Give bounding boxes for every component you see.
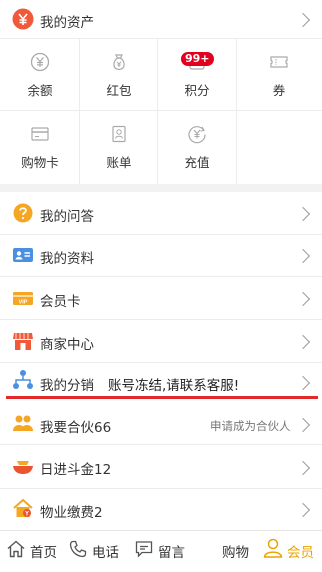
- chevron-right-icon: [295, 502, 311, 518]
- menu-label: 商家中心: [40, 337, 94, 353]
- wallet-yuan-icon: [30, 52, 50, 72]
- points-badge: 99+: [181, 52, 214, 66]
- grid-item-balance[interactable]: 余额: [0, 38, 80, 110]
- tab-label: 会员: [287, 545, 314, 561]
- grid-label: 券: [272, 83, 286, 98]
- grid-label: 充值: [184, 155, 210, 170]
- bottom-tab-bar: 首页 电话 留言 购物 会员: [0, 530, 322, 572]
- partners-icon: [13, 415, 33, 431]
- menu-item-my-profile[interactable]: 我的资料: [0, 235, 322, 276]
- chevron-right-icon: [295, 248, 311, 264]
- phone-icon: [69, 540, 87, 558]
- menu-label: 会员卡: [40, 294, 81, 310]
- member-icon: [263, 538, 283, 558]
- share-tree-icon: [13, 370, 33, 389]
- bill-icon: [112, 125, 126, 143]
- yuan-circle-icon: [12, 8, 34, 30]
- grid-item-coupon[interactable]: 券: [236, 38, 322, 110]
- tab-message[interactable]: 留言: [132, 531, 192, 571]
- chevron-right-icon: [295, 375, 311, 391]
- notice-underline: [6, 396, 318, 399]
- profile-card-icon: [13, 248, 33, 262]
- account-frozen-notice: 账号冻结,请联系客服!: [108, 378, 240, 394]
- gold-bowl-icon: [13, 461, 33, 474]
- grid-label: 积分: [184, 83, 210, 98]
- grid-item-bill[interactable]: 账单: [79, 110, 159, 182]
- assets-title: 我的资产: [40, 15, 94, 31]
- svg-text:VIP: VIP: [19, 300, 28, 306]
- house-bill-icon: [13, 498, 33, 517]
- menu-item-property-fee[interactable]: 物业缴费2: [0, 489, 322, 530]
- tab-member[interactable]: 会员: [262, 531, 318, 571]
- tab-phone[interactable]: 电话: [66, 531, 126, 571]
- chevron-right-icon: [295, 460, 311, 476]
- apply-partner-link[interactable]: 申请成为合伙人: [210, 418, 291, 434]
- recharge-icon: [188, 126, 206, 144]
- chevron-right-icon: [295, 206, 311, 222]
- menu-label: 我的问答: [40, 209, 94, 225]
- home-icon: [7, 540, 25, 558]
- message-icon: [135, 541, 153, 558]
- grid-item-redpacket[interactable]: 红包: [79, 38, 159, 110]
- tab-shop[interactable]: 购物: [216, 531, 256, 571]
- menu-item-vip-card[interactable]: VIP 会员卡: [0, 277, 322, 319]
- chevron-right-icon: [295, 291, 311, 307]
- assets-row[interactable]: 我的资产: [0, 0, 322, 38]
- question-circle-icon: [13, 203, 33, 223]
- grid-label: 账单: [106, 155, 132, 170]
- grid-item-shopping-card[interactable]: 购物卡: [0, 110, 80, 182]
- tab-home[interactable]: 首页: [4, 531, 60, 571]
- menu-label: 我的资料: [40, 251, 94, 267]
- menu-label: 我要合伙66: [40, 420, 112, 436]
- card-icon: [31, 127, 49, 141]
- grid-label: 购物卡: [21, 155, 59, 170]
- store-icon: [13, 333, 33, 350]
- tab-label: 留言: [158, 545, 185, 561]
- menu-item-my-distribution[interactable]: 我的分销 账号冻结,请联系客服!: [0, 363, 322, 397]
- tab-label: 电话: [92, 545, 119, 561]
- menu-label: 日进斗金12: [40, 462, 112, 478]
- grid-label: 余额: [27, 83, 53, 98]
- grid-item-recharge[interactable]: 充值: [157, 110, 237, 182]
- tab-label: 购物: [222, 545, 249, 561]
- chevron-right-icon: [295, 334, 311, 350]
- grid-label: 红包: [106, 83, 132, 98]
- assets-grid: 余额 红包 积分 券 购物卡 账单 充值 99+: [0, 38, 322, 184]
- chevron-right-icon: [295, 12, 311, 28]
- chevron-right-icon: [295, 417, 311, 433]
- section-divider: [0, 184, 322, 192]
- menu-item-partner[interactable]: 我要合伙66 申请成为合伙人: [0, 404, 322, 444]
- menu-label: 物业缴费2: [40, 505, 103, 521]
- menu-label: 我的分销: [40, 378, 94, 394]
- menu-item-daily-gold[interactable]: 日进斗金12: [0, 445, 322, 488]
- tab-label: 首页: [30, 545, 57, 561]
- grid-item-points[interactable]: 积分: [157, 38, 237, 110]
- menu-item-my-qa[interactable]: 我的问答: [0, 192, 322, 234]
- vip-card-icon: VIP: [13, 292, 33, 306]
- coupon-icon: [270, 56, 288, 68]
- menu-item-merchant-center[interactable]: 商家中心: [0, 320, 322, 362]
- money-bag-icon: [113, 54, 125, 71]
